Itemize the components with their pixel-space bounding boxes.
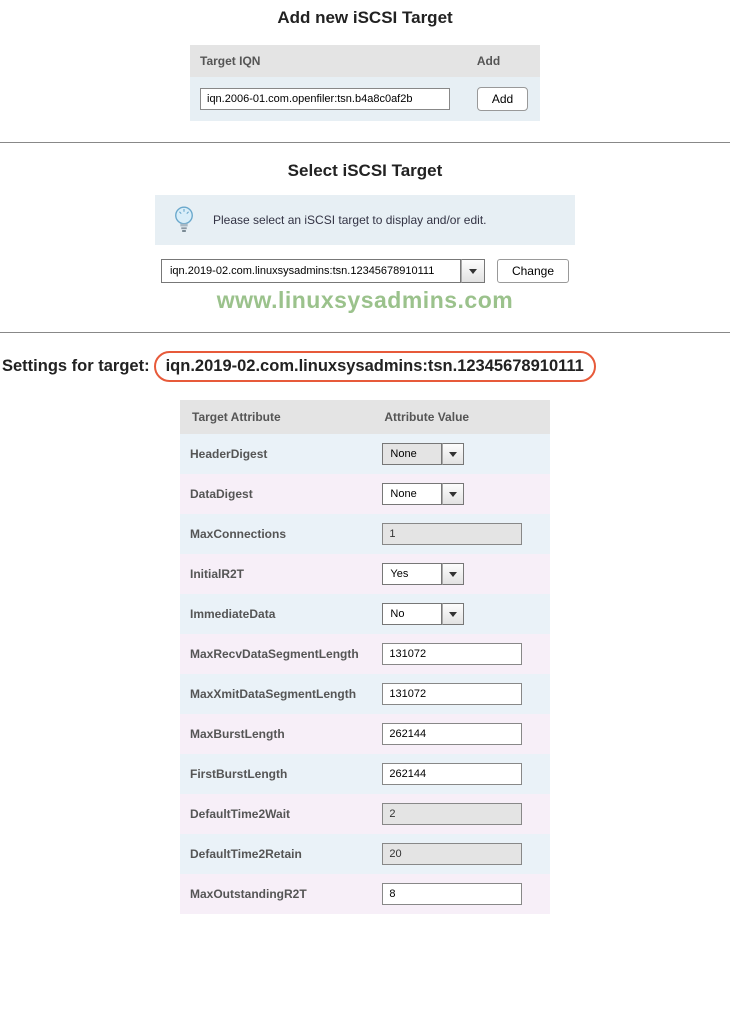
add-button[interactable]: Add [477,87,528,111]
attr-name-cell: DefaultTime2Wait [180,794,372,834]
chevron-down-icon [449,612,457,617]
table-row: MaxXmitDataSegmentLength [180,674,550,714]
table-row: MaxBurstLength [180,714,550,754]
table-row: InitialR2T [180,554,550,594]
add-target-box: Target IQN Add Add [187,42,543,124]
attr-select-dropdown-button[interactable] [442,483,464,505]
target-select-input[interactable] [161,259,461,283]
settings-heading: Settings for target: iqn.2019-02.com.lin… [2,351,730,382]
attr-select-dropdown-button[interactable] [442,563,464,585]
attr-value-cell [372,634,550,674]
attr-select-input[interactable] [382,483,442,505]
attr-select-input[interactable] [382,563,442,585]
attr-text-input[interactable] [382,843,522,865]
target-iqn-input[interactable] [200,88,450,110]
attr-name-cell: DataDigest [180,474,372,514]
attr-select-input[interactable] [382,443,442,465]
attr-select-dropdown-button[interactable] [442,443,464,465]
attr-value-cell [372,874,550,914]
attr-select-dropdown-button[interactable] [442,603,464,625]
attr-value-cell [372,434,550,474]
chevron-down-icon [469,269,477,274]
attr-select[interactable] [382,443,467,465]
attr-name-cell: DefaultTime2Retain [180,834,372,874]
attr-name-cell: MaxConnections [180,514,372,554]
attr-value-cell [372,714,550,754]
attr-name-cell: MaxXmitDataSegmentLength [180,674,372,714]
attr-name-cell: ImmediateData [180,594,372,634]
chevron-down-icon [449,572,457,577]
col-add: Add [467,45,540,77]
attr-name-cell: MaxRecvDataSegmentLength [180,634,372,674]
change-button[interactable]: Change [497,259,569,283]
table-row: HeaderDigest [180,434,550,474]
table-row: DefaultTime2Retain [180,834,550,874]
settings-target-name: iqn.2019-02.com.linuxsysadmins:tsn.12345… [154,351,596,382]
col-attribute-value: Attribute Value [372,400,550,434]
settings-label: Settings for target: [2,357,150,376]
table-row: DefaultTime2Wait [180,794,550,834]
target-select-combo[interactable] [161,259,485,283]
attr-select-input[interactable] [382,603,442,625]
chevron-down-icon [449,492,457,497]
select-target-heading: Select iSCSI Target [0,161,730,181]
attr-name-cell: MaxOutstandingR2T [180,874,372,914]
attr-text-input[interactable] [382,763,522,785]
table-row: DataDigest [180,474,550,514]
divider [0,142,730,143]
attr-text-input[interactable] [382,523,522,545]
attr-text-input[interactable] [382,883,522,905]
table-row: ImmediateData [180,594,550,634]
attr-value-cell [372,474,550,514]
attr-select[interactable] [382,603,467,625]
watermark-text: www.linuxsysadmins.com [0,287,730,314]
attr-value-cell [372,594,550,634]
col-target-iqn: Target IQN [190,45,467,77]
attr-name-cell: HeaderDigest [180,434,372,474]
attr-value-cell [372,834,550,874]
attr-text-input[interactable] [382,723,522,745]
chevron-down-icon [449,452,457,457]
attr-text-input[interactable] [382,803,522,825]
attr-select[interactable] [382,563,467,585]
attr-value-cell [372,514,550,554]
table-row: MaxRecvDataSegmentLength [180,634,550,674]
attr-text-input[interactable] [382,683,522,705]
table-row: MaxOutstandingR2T [180,874,550,914]
attr-value-cell [372,794,550,834]
divider [0,332,730,333]
attributes-table: Target Attribute Attribute Value HeaderD… [180,400,550,914]
attr-value-cell [372,554,550,594]
attr-value-cell [372,754,550,794]
col-target-attribute: Target Attribute [180,400,372,434]
table-row: MaxConnections [180,514,550,554]
target-select-dropdown-button[interactable] [461,259,485,283]
attr-select[interactable] [382,483,467,505]
add-target-heading: Add new iSCSI Target [0,8,730,28]
attr-name-cell: InitialR2T [180,554,372,594]
attr-value-cell [372,674,550,714]
table-row: FirstBurstLength [180,754,550,794]
lightbulb-icon [173,205,195,235]
info-box: Please select an iSCSI target to display… [155,195,575,245]
attr-name-cell: MaxBurstLength [180,714,372,754]
attr-name-cell: FirstBurstLength [180,754,372,794]
attr-text-input[interactable] [382,643,522,665]
info-text: Please select an iSCSI target to display… [213,213,487,227]
